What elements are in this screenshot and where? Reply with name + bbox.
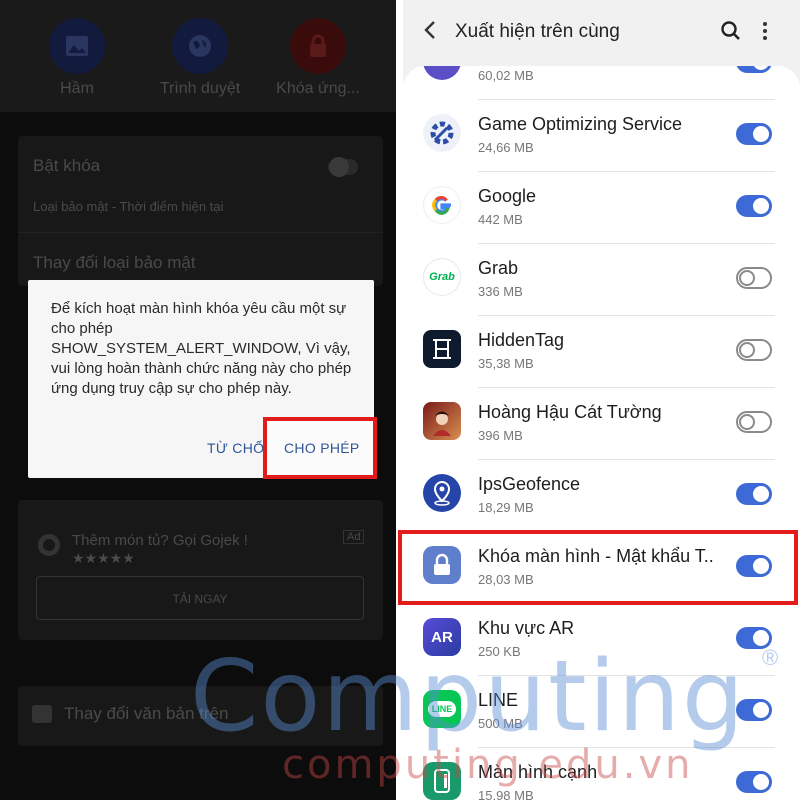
game-portrait-icon xyxy=(423,402,461,440)
ad-rating: ★★★★★ xyxy=(72,550,135,566)
game-optimizing-icon xyxy=(423,114,461,152)
list-item[interactable]: Hoàng Hậu Cát Tường 396 MB xyxy=(403,388,800,460)
divider xyxy=(18,232,383,233)
grab-icon: Grab xyxy=(423,258,461,296)
list-item[interactable]: Grab Grab 336 MB xyxy=(403,244,800,316)
permission-toggle[interactable] xyxy=(736,123,772,145)
list-item[interactable]: IpsGeofence 18,29 MB xyxy=(403,460,800,532)
page-title: Xuất hiện trên cùng xyxy=(455,21,620,42)
back-icon[interactable] xyxy=(423,19,437,47)
dialog-message: Để kích hoạt màn hình khóa yêu cầu một s… xyxy=(51,300,352,397)
watermark-registered-mark: ® xyxy=(762,645,779,670)
change-security-label[interactable]: Thay đổi loại bảo mật xyxy=(33,253,196,273)
ad-badge: Ad xyxy=(343,530,365,544)
shortcut-app-lock[interactable]: Khóa ứng... xyxy=(268,18,368,98)
app-name: IpsGeofence xyxy=(478,474,581,494)
lock-toggle[interactable] xyxy=(328,157,358,177)
watermark-site: computing.edu.vn xyxy=(282,742,694,788)
permission-toggle[interactable] xyxy=(736,195,772,217)
app-size: 35,38 MB xyxy=(478,356,534,371)
app-size: 336 MB xyxy=(478,284,523,299)
shortcut-label: Trình duyệt xyxy=(159,80,241,97)
ad-text: Thêm món tủ? Gọi Gojek ! xyxy=(72,532,248,549)
shortcut-label: Khóa ứng... xyxy=(276,80,360,97)
lock-toggle-label: Bật khóa xyxy=(33,156,101,175)
list-item[interactable]: Google 442 MB xyxy=(403,172,800,244)
watermark-brand: Computing xyxy=(190,640,747,754)
shortcut-label: Hầm xyxy=(60,80,94,97)
security-type-label: Loại bảo mật - Thời điểm hiện tại xyxy=(33,199,224,214)
partial-app-icon xyxy=(423,66,461,80)
app-size: 15,98 MB xyxy=(478,788,534,800)
image-icon xyxy=(49,18,105,74)
ad-card: Thêm món tủ? Gọi Gojek ! ★★★★★ Ad TẢI NG… xyxy=(18,500,383,640)
globe-icon xyxy=(172,18,228,74)
hiddentag-icon xyxy=(423,330,461,368)
permission-toggle[interactable] xyxy=(736,66,772,73)
gojek-icon xyxy=(38,534,60,556)
app-size: 18,29 MB xyxy=(478,500,534,515)
app-size: 396 MB xyxy=(478,428,523,443)
app-bar: Xuất hiện trên cùng xyxy=(403,0,800,64)
google-icon xyxy=(423,186,461,224)
app-name: Game Optimizing Service xyxy=(478,114,683,134)
shortcut-vault[interactable]: Hầm xyxy=(27,18,127,98)
permission-toggle[interactable] xyxy=(736,267,772,289)
app-size: 442 MB xyxy=(478,212,523,227)
more-options-icon[interactable] xyxy=(761,22,769,43)
app-name: Khu vực AR xyxy=(478,618,575,638)
ad-download-button[interactable]: TẢI NGAY xyxy=(36,576,364,620)
deny-button[interactable]: TỪ CHỐI xyxy=(207,440,269,456)
allow-button[interactable]: CHO PHÉP xyxy=(284,440,360,456)
list-item[interactable]: 60,02 MB xyxy=(403,66,800,100)
shortcut-browser[interactable]: Trình duyệt xyxy=(150,18,250,98)
app-size: 60,02 MB xyxy=(478,68,534,83)
app-name: Hoàng Hậu Cát Tường xyxy=(478,402,662,422)
permission-toggle[interactable] xyxy=(736,483,772,505)
permission-toggle[interactable] xyxy=(736,339,772,361)
shortcut-bar: Hầm Trình duyệt Khóa ứng... xyxy=(0,0,396,112)
permission-toggle[interactable] xyxy=(736,411,772,433)
ad-button-label: TẢI NGAY xyxy=(172,592,228,606)
settings-card: Bật khóa Loại bảo mật - Thời điểm hiện t… xyxy=(18,136,383,286)
text-icon xyxy=(32,705,52,723)
app-name: HiddenTag xyxy=(478,330,565,350)
geofence-icon xyxy=(423,474,461,512)
app-size: 24,66 MB xyxy=(478,140,534,155)
screen-lock-row-highlight xyxy=(398,530,798,605)
lock-icon xyxy=(290,18,346,74)
search-icon[interactable] xyxy=(720,20,742,47)
list-item[interactable]: Game Optimizing Service 24,66 MB xyxy=(403,100,800,172)
app-name: Google xyxy=(478,186,537,206)
list-item[interactable]: HiddenTag 35,38 MB xyxy=(403,316,800,388)
permission-toggle[interactable] xyxy=(736,771,772,793)
app-name: Grab xyxy=(478,258,519,278)
